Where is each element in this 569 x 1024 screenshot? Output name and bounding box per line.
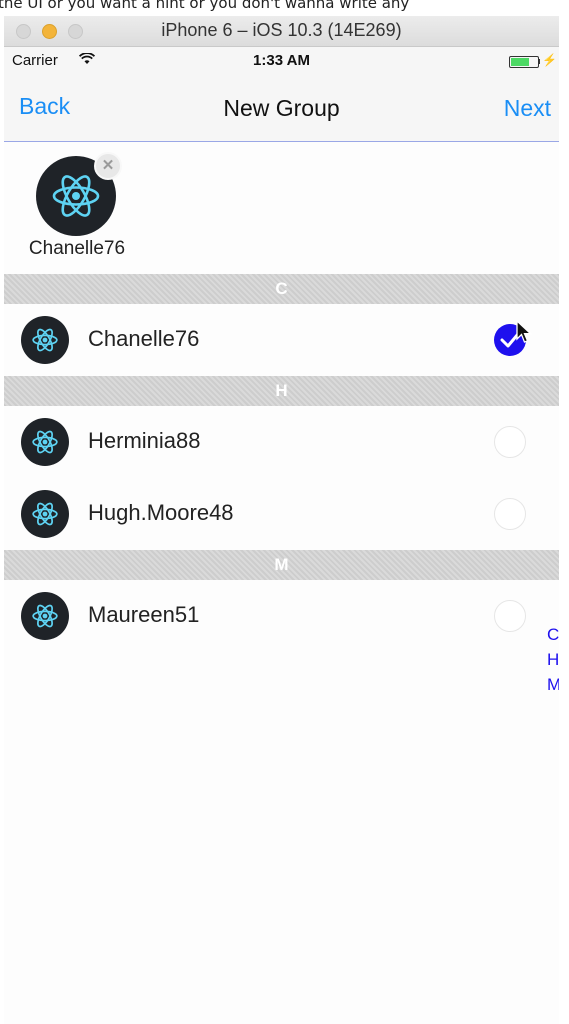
page-caption: the UI or you want a hint or you don't w…	[0, 0, 569, 14]
react-logo-icon	[32, 502, 58, 526]
index-letter-c[interactable]: C	[547, 622, 559, 647]
contact-row-chanelle76[interactable]: Chanelle76	[4, 304, 559, 376]
simulator-window: iPhone 6 – iOS 10.3 (14E269) Carrier 1:3…	[4, 16, 559, 1024]
section-index-bar[interactable]: C H M	[547, 622, 559, 697]
contact-avatar	[21, 490, 69, 538]
selected-member-name: Chanelle76	[28, 238, 126, 259]
index-letter-m[interactable]: M	[547, 672, 559, 697]
contact-name: Herminia88	[88, 428, 201, 453]
selected-members-strip: ✕ Chanelle76	[4, 142, 559, 274]
contact-name: Hugh.Moore48	[88, 500, 234, 525]
react-logo-icon	[52, 175, 100, 217]
contact-avatar	[21, 418, 69, 466]
select-checkbox[interactable]	[494, 600, 526, 632]
contact-row-maureen51[interactable]: Maureen51	[4, 580, 559, 652]
section-header-h: H	[4, 376, 559, 406]
status-time: 1:33 AM	[253, 52, 310, 69]
simulator-title: iPhone 6 – iOS 10.3 (14E269)	[161, 20, 402, 40]
contact-avatar	[21, 316, 69, 364]
battery-icon	[509, 56, 539, 68]
charging-icon: ⚡	[542, 53, 557, 67]
contact-name: Maureen51	[88, 602, 200, 627]
caption-text: the UI or you want a hint or you don't w…	[0, 0, 410, 12]
index-letter-h[interactable]: H	[547, 647, 559, 672]
navigation-bar: Back New Group Next	[4, 73, 559, 142]
contact-name: Chanelle76	[88, 326, 200, 351]
page-title: New Group	[223, 95, 340, 121]
contact-avatar	[21, 592, 69, 640]
react-logo-icon	[32, 328, 58, 352]
battery-cap	[538, 59, 540, 64]
section-header-m: M	[4, 550, 559, 580]
remove-member-button[interactable]: ✕	[94, 152, 122, 180]
select-checkbox[interactable]	[494, 498, 526, 530]
status-bar: Carrier 1:33 AM ⚡	[4, 47, 559, 73]
select-checkbox[interactable]	[494, 426, 526, 458]
react-logo-icon	[32, 430, 58, 454]
mouse-cursor-icon	[516, 320, 532, 343]
remove-icon: ✕	[101, 157, 115, 174]
contact-row-hugh-moore48[interactable]: Hugh.Moore48	[4, 478, 559, 550]
next-button[interactable]: Next	[504, 95, 551, 122]
contact-row-herminia88[interactable]: Herminia88	[4, 406, 559, 478]
react-logo-icon	[32, 604, 58, 628]
section-header-c: C	[4, 274, 559, 304]
simulator-titlebar: iPhone 6 – iOS 10.3 (14E269)	[4, 16, 559, 47]
battery-level	[511, 58, 529, 66]
